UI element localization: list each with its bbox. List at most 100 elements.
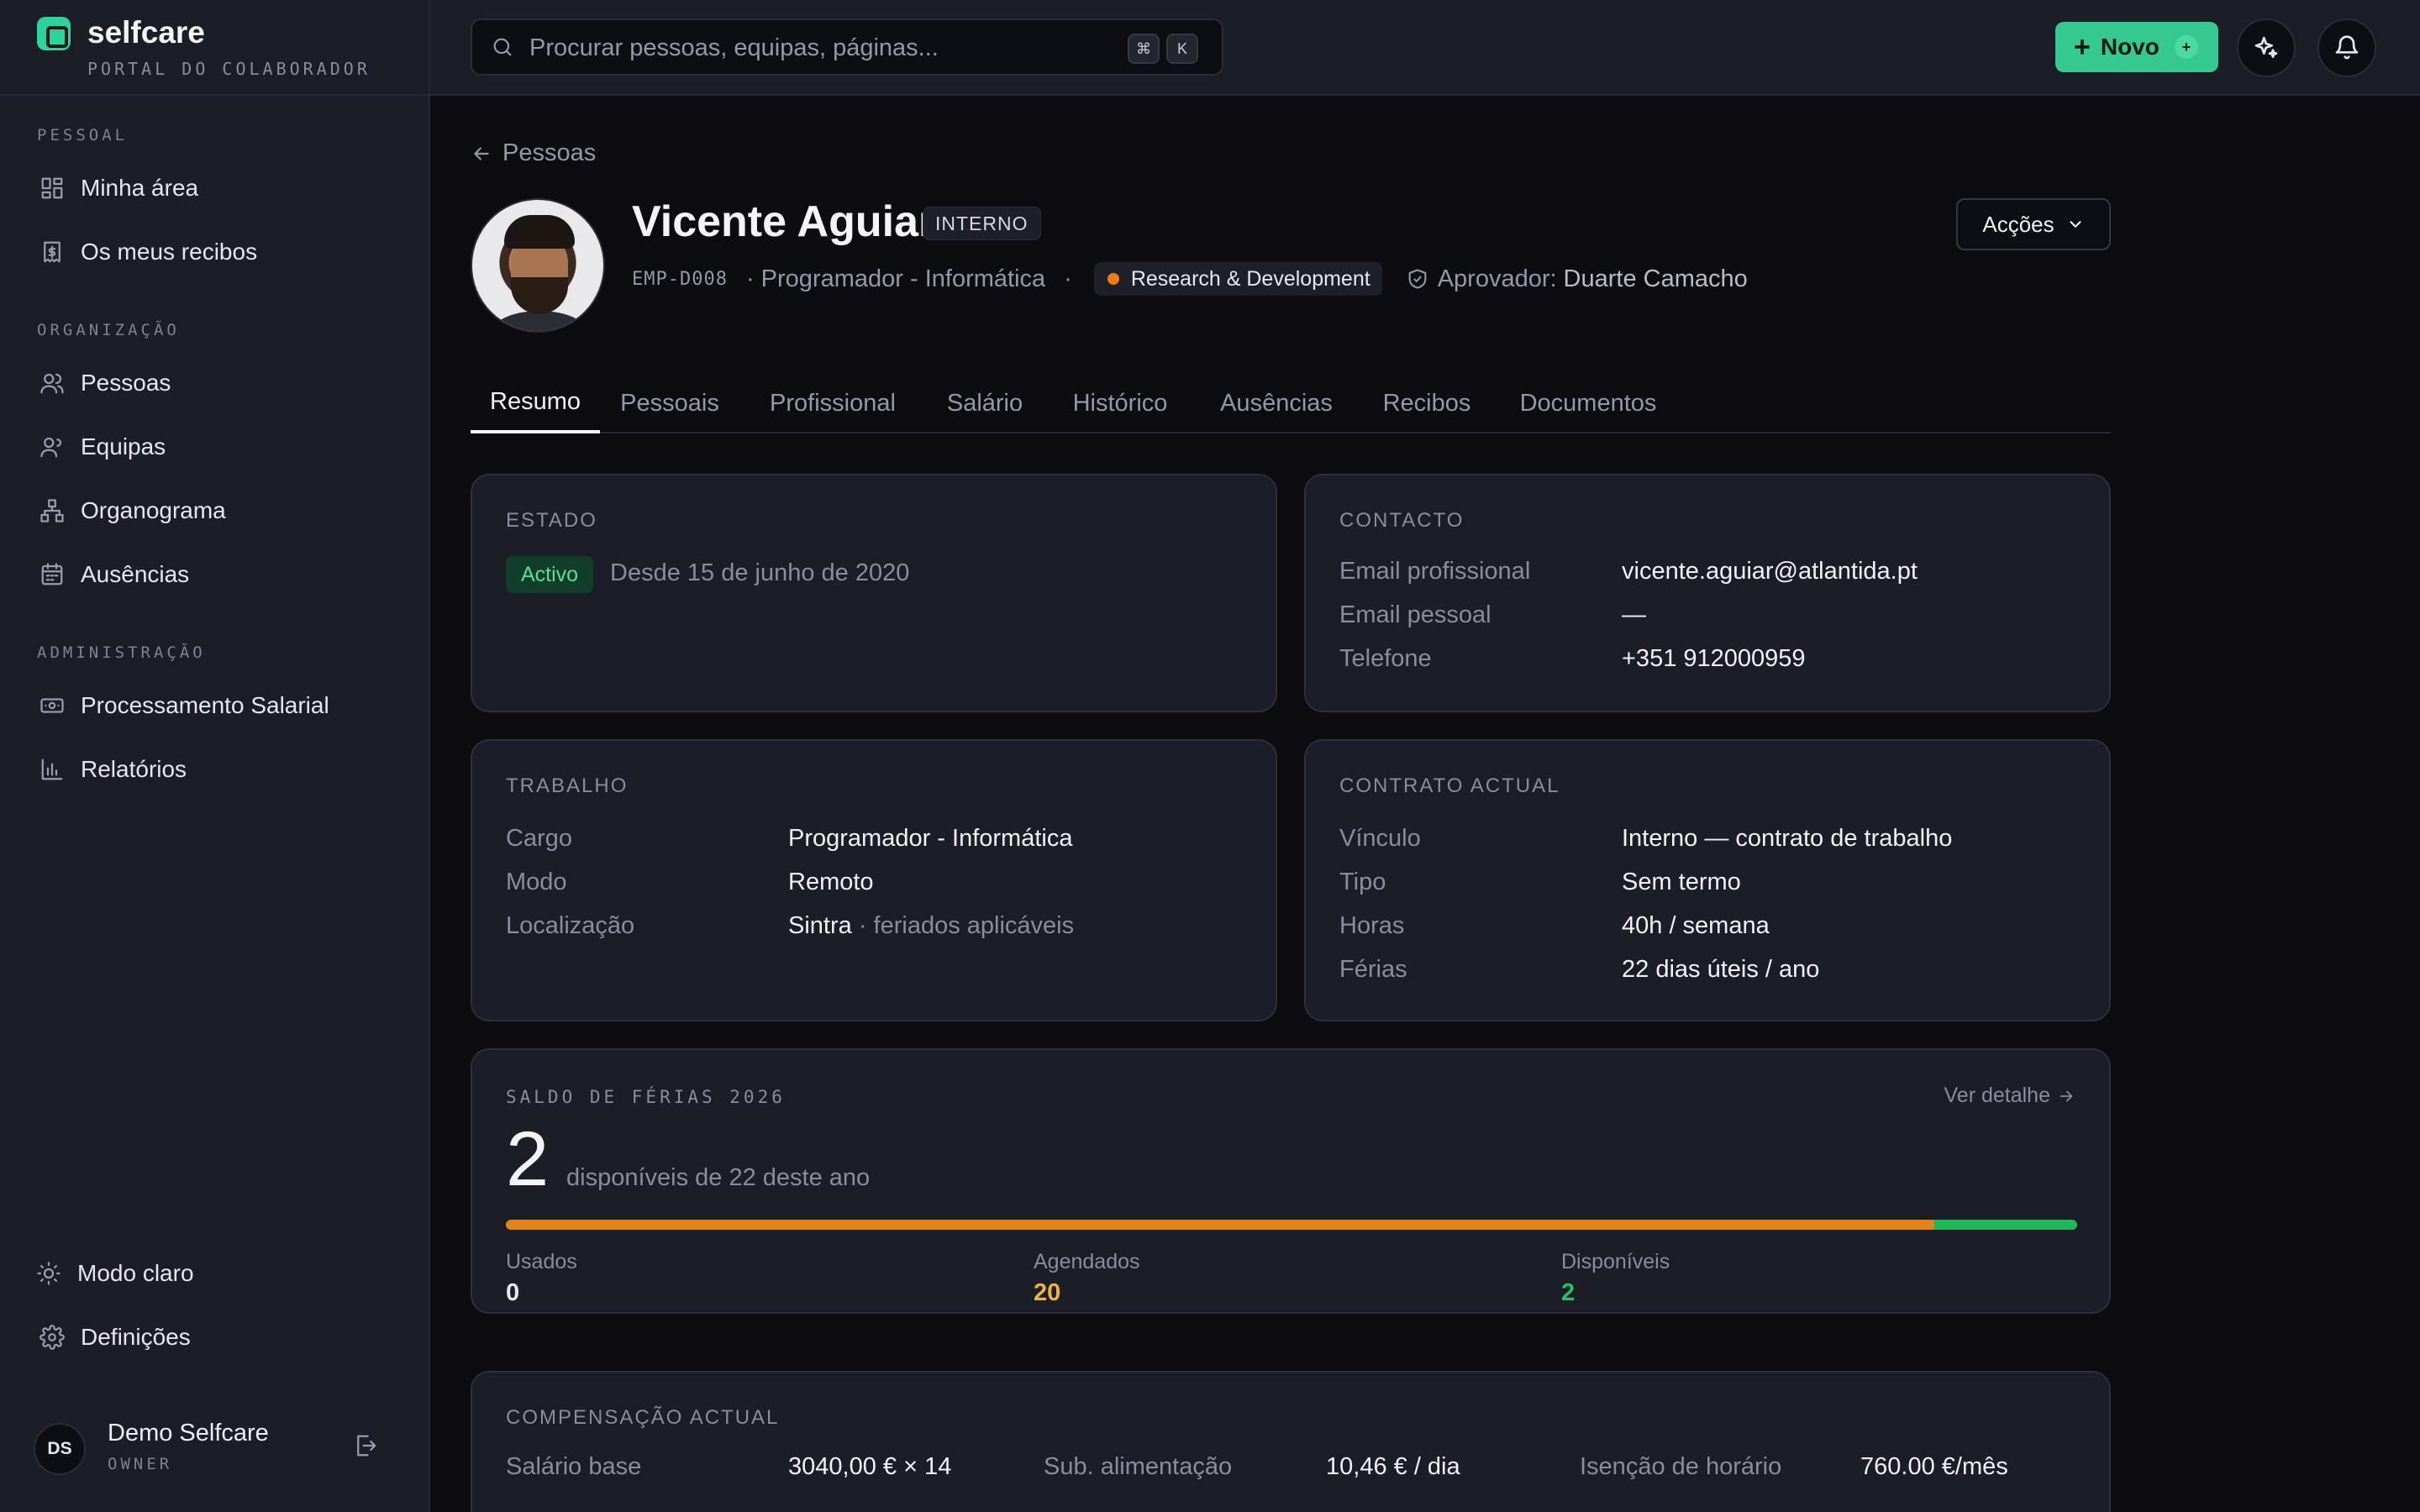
receipt-icon	[35, 235, 69, 269]
tab-resumo[interactable]: Resumo	[471, 373, 600, 433]
tab-pessoais[interactable]: Pessoais	[617, 373, 723, 433]
new-button[interactable]: + Novo +	[2055, 22, 2218, 72]
arrow-left-icon	[471, 143, 492, 165]
sidebar-item-label: Pessoas	[81, 370, 171, 396]
section-title-pessoal: PESSOAL	[37, 126, 129, 144]
search-box[interactable]: ⌘ K	[471, 18, 1223, 76]
user-role: OWNER	[108, 1455, 173, 1473]
tab-ausencias[interactable]: Ausências	[1213, 373, 1339, 433]
contract-type-value: Sem termo	[1622, 869, 1741, 895]
sidebar-item-definicoes[interactable]: Definições	[24, 1310, 407, 1364]
shield-check-icon	[1406, 267, 1438, 291]
field-label: Férias	[1339, 956, 1407, 983]
topbar: ⌘ K + Novo +	[430, 0, 2420, 96]
work-email-value[interactable]: vicente.aguiar@atlantida.pt	[1622, 558, 1918, 585]
field-label: Telefone	[1339, 645, 1432, 672]
actions-dropdown-button[interactable]: Acções	[1956, 198, 2111, 250]
main-content: Pessoas Vicente Aguiar INTERNO EMP-D008 …	[430, 97, 2420, 1512]
notifications-button[interactable]	[2317, 18, 2376, 77]
brand-subtitle: PORTAL DO COLABORADOR	[87, 59, 371, 79]
section-title-organizacao: ORGANIZAÇÃO	[37, 321, 180, 339]
meta-separator: ·	[1064, 265, 1072, 292]
field-label: Cargo	[506, 825, 572, 852]
saldo-ferias-card: SALDO DE FÉRIAS 2026 Ver detalhe 2 dispo…	[471, 1048, 2111, 1314]
vacation-progress-bar	[506, 1220, 2077, 1230]
sidebar-item-organograma[interactable]: Organograma	[24, 484, 407, 538]
stat-value: 20	[1034, 1279, 1061, 1306]
sun-icon	[32, 1257, 66, 1290]
tab-documentos[interactable]: Documentos	[1512, 373, 1664, 433]
compensacao-card: COMPENSAÇÃO ACTUAL Salário base 3040,00 …	[471, 1371, 2111, 1512]
sidebar-item-label: Organograma	[81, 497, 226, 523]
users-icon	[35, 366, 69, 400]
sidebar-item-label: Relatórios	[81, 756, 187, 782]
sidebar-item-label: Minha área	[81, 175, 199, 201]
sidebar-item-ausencias[interactable]: Ausências	[24, 548, 407, 601]
ai-assistant-button[interactable]	[2237, 18, 2296, 77]
estado-card: ESTADO Activo Desde 15 de junho de 2020	[471, 474, 1277, 712]
breadcrumb-label: Pessoas	[502, 139, 597, 166]
avatar: DS	[34, 1423, 86, 1475]
stat-value: 0	[506, 1279, 520, 1306]
vacation-value: 22 dias úteis / ano	[1622, 956, 1820, 983]
sidebar-item-equipas[interactable]: Equipas	[24, 420, 407, 474]
job-title-value: Programador - Informática	[788, 825, 1073, 852]
field-label: Horas	[1339, 912, 1405, 939]
stat-label: Disponíveis	[1561, 1250, 1670, 1273]
bell-icon	[2333, 34, 2360, 61]
sidebar-item-relatorios[interactable]: Relatórios	[24, 743, 407, 796]
sidebar-divider	[0, 94, 429, 96]
field-label: Localização	[506, 912, 635, 939]
breadcrumb[interactable]: Pessoas	[471, 139, 596, 167]
profile-name: Vicente Aguiar	[632, 197, 936, 246]
field-label: Salário base	[506, 1453, 642, 1480]
department-badge: Research & Development	[1093, 262, 1382, 296]
stat-available: Disponíveis 2	[1561, 1250, 1670, 1307]
plus-circle-icon: +	[2174, 35, 2198, 59]
section-title-administracao: ADMINISTRAÇÃO	[37, 643, 206, 662]
field-label: Modo	[506, 869, 567, 895]
tab-historico[interactable]: Histórico	[1065, 373, 1175, 433]
approver-name: Duarte Camacho	[1563, 265, 1748, 292]
sidebar-item-label: Os meus recibos	[81, 239, 258, 265]
stat-scheduled: Agendados 20	[1034, 1250, 1140, 1307]
location-city: Sintra	[788, 912, 852, 939]
view-details-link[interactable]: Ver detalhe	[1944, 1084, 2076, 1108]
tab-recibos[interactable]: Recibos	[1378, 373, 1476, 433]
logout-icon[interactable]	[353, 1433, 387, 1467]
field-label: Email profissional	[1339, 558, 1531, 585]
card-title: CONTACTO	[1339, 509, 1465, 532]
tab-salario[interactable]: Salário	[943, 373, 1027, 433]
approver: Aprovador: Duarte Camacho	[1406, 265, 1748, 293]
department-dot-icon	[1107, 273, 1119, 285]
user-profile[interactable]: DS Demo Selfcare OWNER	[34, 1420, 403, 1478]
personal-email-value: —	[1622, 601, 1646, 628]
field-label: Tipo	[1339, 869, 1386, 895]
card-title: COMPENSAÇÃO ACTUAL	[506, 1406, 780, 1429]
money-icon	[35, 689, 69, 722]
stat-label: Usados	[506, 1250, 577, 1273]
sidebar: selfcare PORTAL DO COLABORADOR PESSOAL M…	[0, 0, 430, 1512]
sidebar-item-recibos[interactable]: Os meus recibos	[24, 225, 407, 279]
actions-label: Acções	[1982, 211, 2054, 237]
search-input[interactable]	[529, 30, 1034, 66]
sidebar-item-minha-area[interactable]: Minha área	[24, 161, 407, 215]
department-label: Research & Development	[1130, 266, 1370, 291]
sparkles-icon	[2253, 34, 2280, 61]
phone-value[interactable]: +351 912000959	[1622, 645, 1806, 673]
card-title: ESTADO	[506, 509, 597, 532]
bar-segment-available	[1934, 1220, 2077, 1230]
tab-profissional[interactable]: Profissional	[763, 373, 902, 433]
profile-photo	[471, 198, 605, 333]
org-chart-icon	[35, 494, 69, 528]
trabalho-card: TRABALHO Cargo Programador - Informática…	[471, 739, 1277, 1021]
theme-toggle-light-mode[interactable]: Modo claro	[20, 1247, 403, 1300]
sidebar-item-label: Modo claro	[77, 1260, 194, 1286]
sidebar-item-pessoas[interactable]: Pessoas	[24, 356, 407, 410]
available-days-number: 2	[506, 1116, 550, 1202]
new-button-label: Novo	[2100, 34, 2160, 60]
sidebar-item-processamento-salarial[interactable]: Processamento Salarial	[24, 679, 407, 732]
selfcare-logo-icon	[37, 17, 71, 50]
field-label: Email pessoal	[1339, 601, 1491, 628]
shortcut-key-cmd: ⌘	[1128, 34, 1160, 64]
